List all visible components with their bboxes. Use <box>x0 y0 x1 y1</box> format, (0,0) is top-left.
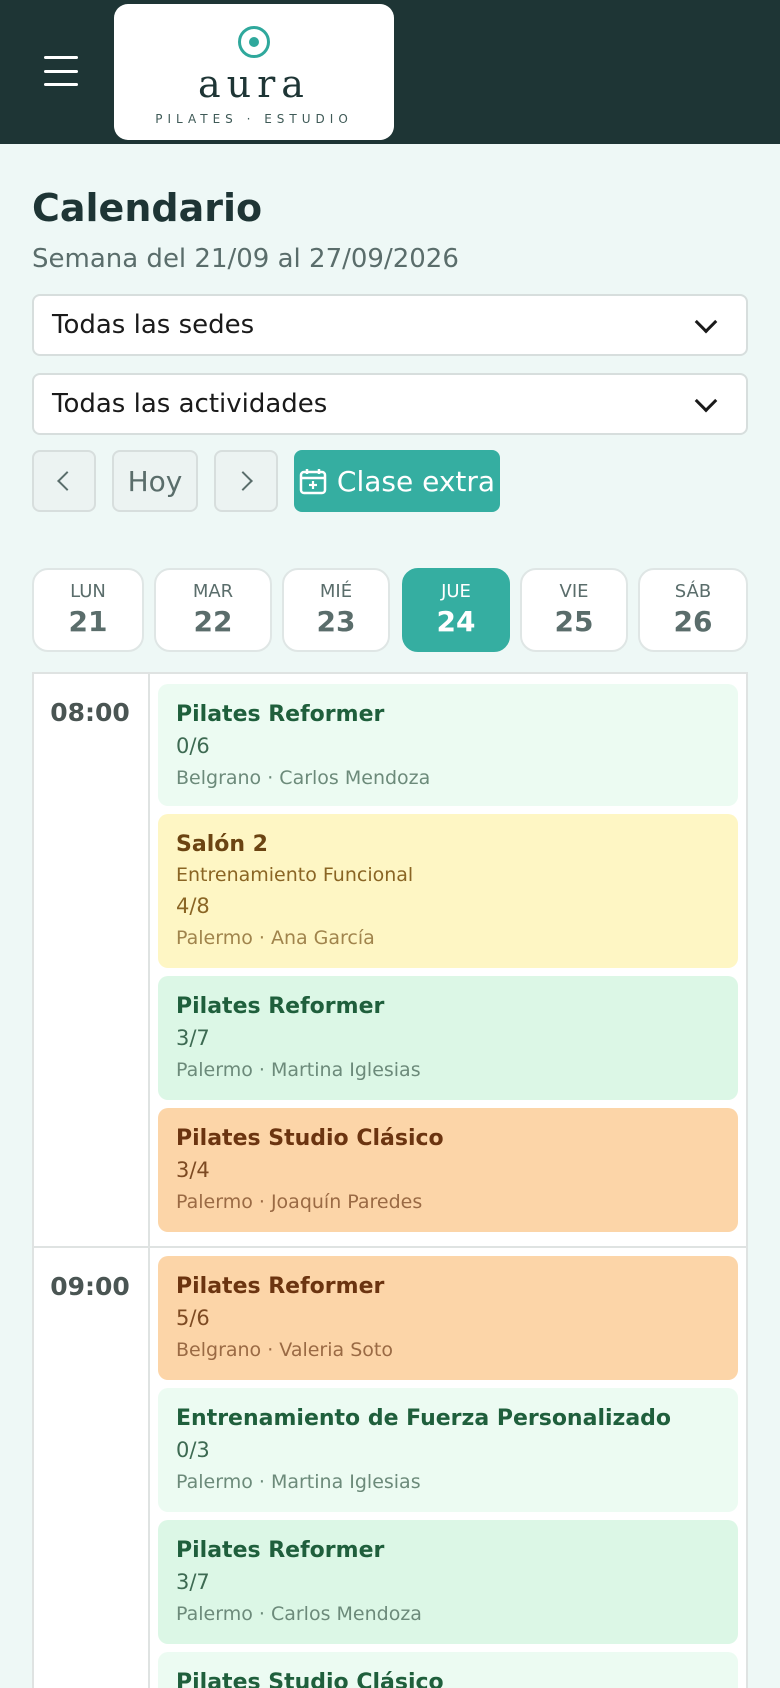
class-meta: Palermo · Martina Iglesias <box>176 1059 421 1081</box>
prev-week-button[interactable] <box>32 450 96 512</box>
class-title: Pilates Reformer <box>176 1274 385 1299</box>
class-meta: Palermo · Joaquín Paredes <box>176 1191 423 1213</box>
day-date: 24 <box>436 605 476 638</box>
day-tab-sat[interactable]: SÁB 26 <box>638 568 748 652</box>
next-week-button[interactable] <box>214 450 278 512</box>
class-capacity: 0/3 <box>176 1438 210 1462</box>
class-title: Pilates Reformer <box>176 1538 385 1563</box>
chevron-right-icon <box>233 471 253 491</box>
class-card[interactable]: Pilates Studio Clásico 3/4 Palermo · Joa… <box>158 1108 738 1232</box>
class-title: Entrenamiento de Fuerza Personalizado <box>176 1406 672 1431</box>
extra-class-label: Clase extra <box>336 464 496 498</box>
week-range: Semana del 21/09 al 27/09/2026 <box>32 244 459 274</box>
hamburger-menu-icon[interactable] <box>44 56 78 86</box>
day-name: JUE <box>441 581 471 602</box>
class-meta: Palermo · Carlos Mendoza <box>176 1603 422 1625</box>
logo-word: aura <box>198 62 310 106</box>
class-capacity: 3/7 <box>176 1570 210 1594</box>
extra-class-button[interactable]: Clase extra <box>294 450 500 512</box>
class-card[interactable]: Pilates Reformer 3/7 Palermo · Carlos Me… <box>158 1520 738 1644</box>
chevron-down-icon <box>694 389 718 413</box>
class-capacity: 3/4 <box>176 1158 210 1182</box>
grid-divider <box>32 1246 748 1248</box>
day-name: LUN <box>70 581 106 602</box>
logo-mark-icon <box>238 26 270 58</box>
day-date: 21 <box>68 605 108 638</box>
class-activity: Entrenamiento Funcional <box>176 864 414 886</box>
chevron-left-icon <box>57 471 77 491</box>
day-name: MIÉ <box>319 581 353 602</box>
actividad-select-value: Todas las actividades <box>52 389 328 419</box>
time-slot: 09:00 <box>50 1272 130 1301</box>
class-meta: Palermo · Ana García <box>176 927 375 949</box>
day-tab-fri[interactable]: VIE 25 <box>520 568 628 652</box>
class-card[interactable]: Entrenamiento de Fuerza Personalizado 0/… <box>158 1388 738 1512</box>
class-meta: Palermo · Martina Iglesias <box>176 1471 421 1493</box>
logo[interactable]: aura PILATES · ESTUDIO <box>114 4 394 140</box>
class-capacity: 5/6 <box>176 1306 210 1330</box>
day-date: 22 <box>193 605 233 638</box>
day-tab-thu[interactable]: JUE 24 <box>402 568 510 652</box>
class-capacity: 0/6 <box>176 734 210 758</box>
day-date: 26 <box>673 605 713 638</box>
day-tab-tue[interactable]: MAR 22 <box>154 568 272 652</box>
day-name: MAR <box>192 581 234 602</box>
today-label: Hoy <box>127 464 183 498</box>
page-title: Calendario <box>32 186 263 230</box>
sede-select[interactable]: Todas las sedes <box>32 294 748 356</box>
class-meta: Belgrano · Carlos Mendoza <box>176 767 431 789</box>
chevron-down-icon <box>694 310 718 334</box>
day-tab-wed[interactable]: MIÉ 23 <box>282 568 390 652</box>
today-button[interactable]: Hoy <box>112 450 198 512</box>
sede-select-value: Todas las sedes <box>52 310 255 340</box>
day-date: 25 <box>554 605 594 638</box>
actividad-select[interactable]: Todas las actividades <box>32 373 748 435</box>
class-meta: Belgrano · Valeria Soto <box>176 1339 393 1361</box>
class-card[interactable]: Salón 2 Entrenamiento Funcional 4/8 Pale… <box>158 814 738 968</box>
class-title: Pilates Studio Clásico <box>176 1126 444 1151</box>
grid-divider <box>148 672 150 1688</box>
class-card[interactable]: Pilates Reformer 5/6 Belgrano · Valeria … <box>158 1256 738 1380</box>
day-tab-mon[interactable]: LUN 21 <box>32 568 144 652</box>
calendar-plus-icon <box>299 469 327 495</box>
class-capacity: 4/8 <box>176 894 210 918</box>
class-title: Salón 2 <box>176 832 268 857</box>
class-title: Pilates Reformer <box>176 994 385 1019</box>
day-name: VIE <box>559 581 589 602</box>
class-title: Pilates Reformer <box>176 702 385 727</box>
class-title: Pilates Studio Clásico <box>176 1670 444 1688</box>
class-card[interactable]: Pilates Studio Clásico <box>158 1652 738 1688</box>
top-bar: aura PILATES · ESTUDIO <box>0 0 780 144</box>
day-date: 23 <box>316 605 356 638</box>
class-capacity: 3/7 <box>176 1026 210 1050</box>
day-name: SÁB <box>674 581 712 602</box>
class-card[interactable]: Pilates Reformer 3/7 Palermo · Martina I… <box>158 976 738 1100</box>
class-card[interactable]: Pilates Reformer 0/6 Belgrano · Carlos M… <box>158 684 738 806</box>
time-slot: 08:00 <box>50 698 130 727</box>
logo-subtitle: PILATES · ESTUDIO <box>155 112 353 126</box>
